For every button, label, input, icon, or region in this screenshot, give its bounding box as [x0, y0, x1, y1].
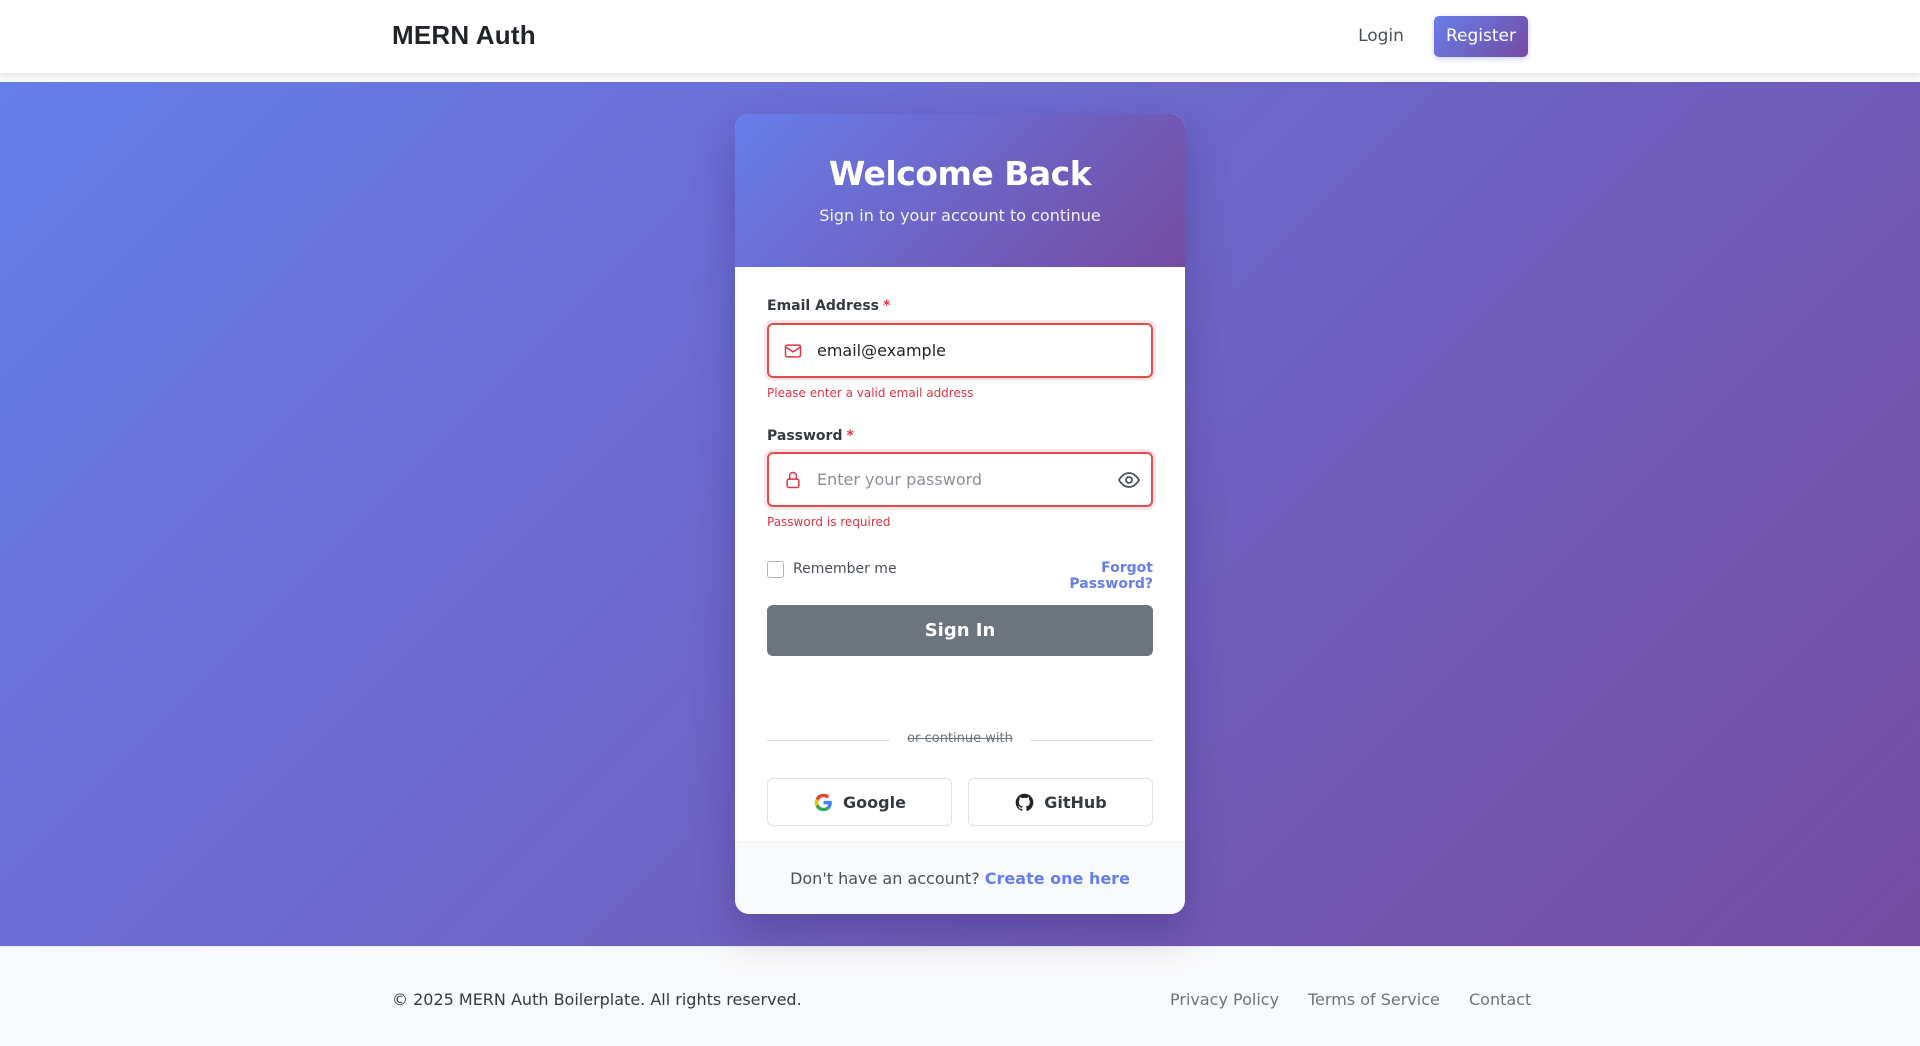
github-button[interactable]: GitHub	[968, 778, 1153, 826]
required-marker: *	[883, 298, 891, 314]
nav-login-link[interactable]: Login	[1341, 16, 1421, 56]
footer-link-contact[interactable]: Contact	[1469, 990, 1531, 1009]
nav-register-button[interactable]: Register	[1434, 16, 1528, 57]
remember-label: Remember me	[793, 561, 897, 577]
card-header: Welcome Back Sign in to your account to …	[735, 114, 1185, 267]
forgot-password-link[interactable]: Forgot Password?	[1015, 560, 1153, 592]
footer-link-privacy[interactable]: Privacy Policy	[1170, 990, 1279, 1009]
github-label: GitHub	[1044, 792, 1107, 812]
divider-line-right	[1028, 740, 1153, 741]
lock-icon	[786, 471, 800, 489]
page-footer: © 2025 MERN Auth Boilerplate. All rights…	[0, 946, 1920, 1046]
email-label: Email Address *	[767, 298, 891, 314]
google-icon	[814, 793, 832, 811]
card-subtitle: Sign in to your account to continue	[819, 206, 1101, 225]
password-field[interactable]	[767, 452, 1153, 507]
signup-prompt: Don't have an account?	[790, 869, 980, 888]
password-label: Password *	[767, 428, 854, 444]
eye-icon[interactable]	[1117, 468, 1141, 492]
sign-in-button[interactable]: Sign In	[767, 605, 1153, 656]
divider-text: or continue with	[890, 731, 1030, 746]
google-button[interactable]: Google	[767, 778, 952, 826]
password-error: Password is required	[767, 515, 891, 529]
mail-icon	[784, 344, 802, 358]
email-input[interactable]	[817, 325, 1107, 376]
remember-checkbox[interactable]	[767, 560, 784, 578]
email-field[interactable]	[767, 323, 1153, 378]
create-account-link[interactable]: Create one here	[985, 869, 1130, 888]
login-card: Welcome Back Sign in to your account to …	[735, 114, 1185, 914]
divider-line-left	[767, 740, 892, 741]
github-icon	[1015, 793, 1034, 811]
email-error: Please enter a valid email address	[767, 386, 974, 400]
footer-link-terms[interactable]: Terms of Service	[1308, 990, 1440, 1009]
card-title: Welcome Back	[828, 154, 1092, 193]
card-footer: Don't have an account? Create one here	[735, 842, 1185, 914]
remember-me[interactable]: Remember me	[767, 559, 897, 579]
copyright-text: © 2025 MERN Auth Boilerplate. All rights…	[392, 990, 802, 1009]
required-marker: *	[846, 428, 854, 444]
google-label: Google	[843, 792, 906, 812]
navbar: MERN Auth Login Register	[0, 0, 1920, 74]
brand-logo[interactable]: MERN Auth	[392, 20, 536, 51]
password-input[interactable]	[817, 454, 1107, 505]
